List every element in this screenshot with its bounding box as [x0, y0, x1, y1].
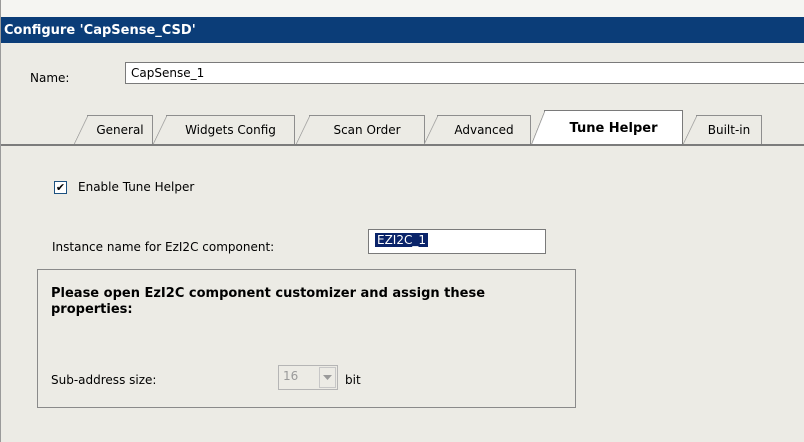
- dropdown-button: [319, 367, 336, 388]
- window-title: Configure 'CapSense_CSD': [4, 22, 196, 38]
- sub-address-select: 16: [278, 365, 338, 390]
- window-title-bar: Configure 'CapSense_CSD': [1, 17, 804, 43]
- top-strip: [1, 0, 804, 17]
- sub-address-value: 16: [283, 369, 299, 383]
- tab-divider: [1, 144, 804, 146]
- check-mark-icon: ✔: [55, 180, 66, 194]
- chevron-down-icon: [323, 374, 332, 380]
- tab-label: Widgets Config: [185, 123, 276, 137]
- instance-name-value: EZI2C_1: [375, 233, 428, 247]
- enable-tune-helper-label: Enable Tune Helper: [78, 180, 195, 194]
- tab-label: Tune Helper: [569, 120, 658, 136]
- tab-built-in[interactable]: Built-in: [683, 115, 762, 144]
- tab-label: Advanced: [454, 123, 514, 137]
- tab-label: General: [96, 123, 144, 137]
- tab-label: Scan Order: [333, 123, 401, 137]
- enable-tune-helper-checkbox[interactable]: ✔: [54, 180, 67, 194]
- tab-tune-helper[interactable]: Tune Helper: [531, 110, 683, 145]
- enable-tune-helper-row[interactable]: ✔ Enable Tune Helper: [54, 180, 194, 194]
- tab-scan-order[interactable]: Scan Order: [296, 115, 425, 144]
- sub-address-label: Sub-address size:: [51, 373, 157, 387]
- name-row: Name:: [30, 71, 123, 85]
- ezi2c-properties-group: Please open EzI2C component customizer a…: [37, 269, 576, 408]
- configure-dialog: Configure 'CapSense_CSD' Name: General W…: [0, 0, 804, 442]
- tab-general[interactable]: General: [74, 115, 153, 144]
- instance-label: Instance name for EzI2C component:: [52, 240, 275, 254]
- group-title: Please open EzI2C component customizer a…: [51, 286, 486, 317]
- tab-widgets-config[interactable]: Widgets Config: [153, 115, 295, 144]
- tab-label: Built-in: [707, 123, 751, 137]
- sub-address-unit: bit: [345, 373, 361, 387]
- instance-name-input[interactable]: EZI2C_1: [368, 229, 546, 254]
- name-label: Name:: [30, 71, 70, 85]
- tab-advanced[interactable]: Advanced: [424, 115, 531, 144]
- name-input[interactable]: [125, 62, 804, 84]
